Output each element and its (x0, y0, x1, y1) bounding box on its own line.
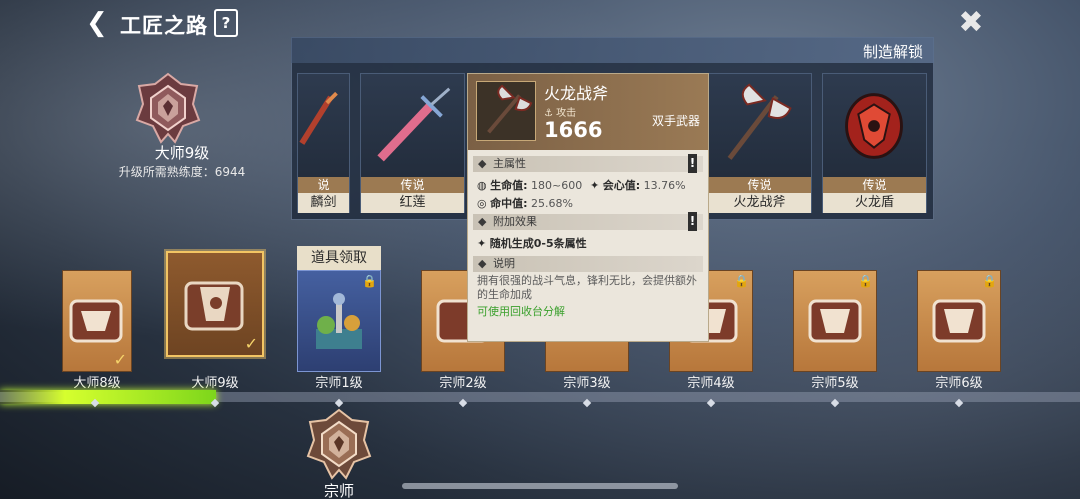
description-text: 拥有很强的战斗气息，锋利无比，会提供额外的生命加成 (477, 274, 697, 301)
extra-icon: ✦ (477, 237, 490, 250)
diamond-icon: ◆ (478, 257, 487, 270)
next-rank-emblem-icon (306, 408, 372, 480)
info-icon[interactable]: ! (688, 212, 697, 231)
extra-effect-title: 附加效果 (493, 215, 537, 228)
progress-fill (0, 390, 216, 404)
card-name: 火龙盾 (823, 193, 926, 213)
description-section: ◆ 说明 (473, 256, 703, 272)
rank-requirement: 升级所需熟练度：6944 (118, 165, 246, 179)
weapon-type: 双手武器 (651, 114, 700, 128)
tooltip-item-name: 火龙战斧 (544, 84, 609, 103)
hp-icon: ◍ (477, 179, 491, 192)
crit-label: 会心值: (602, 179, 641, 192)
reward-item-unlocked[interactable]: 🔒 (297, 270, 381, 372)
reward-chest-item[interactable]: 🔒 (917, 270, 1001, 372)
unlock-card[interactable]: 传说 火龙盾 (822, 73, 927, 213)
reward-chest-item[interactable]: 🔒 (793, 270, 877, 372)
unlock-panel-title: 制造解锁 (862, 43, 923, 61)
chest-icon (932, 299, 986, 343)
card-name: 红莲 (361, 193, 464, 213)
level-label: 宗师4级 (687, 376, 735, 391)
axe-icon (727, 83, 792, 160)
description-title: 说明 (493, 257, 515, 270)
claimed-check-icon: ✓ (244, 334, 258, 353)
card-rarity: 传说 (823, 177, 926, 193)
card-rarity: 说 (298, 177, 349, 193)
chest-icon (808, 299, 862, 343)
main-attr-title: 主属性 (493, 157, 526, 170)
hit-label: 命中值: (490, 197, 528, 210)
crit-value: 13.76% (643, 179, 686, 192)
level-label: 宗师6级 (935, 376, 983, 391)
sword-icon (377, 87, 451, 162)
card-rarity: 传说 (361, 177, 464, 193)
reward-chest-item[interactable]: ✓ (62, 270, 132, 372)
page-title: 工匠之路 (120, 14, 208, 38)
item-tooltip: 火龙战斧 ⚓ 攻击 1666 双手武器 ◆ 主属性 ! ◍ 生命值: 180~6… (467, 73, 709, 342)
unlock-card[interactable]: 说 麟剑 (297, 73, 350, 213)
crit-icon: ✦ (590, 179, 603, 192)
hp-row: ◍ 生命值: 180~600 (477, 177, 582, 193)
card-name: 麟剑 (298, 193, 349, 213)
hp-label: 生命值: (490, 179, 528, 192)
hit-row: ◎ 命中值: 25.68% (477, 195, 573, 211)
rank-emblem-icon (135, 72, 201, 144)
diamond-icon: ◆ (478, 215, 487, 228)
scrollbar[interactable] (402, 483, 678, 489)
diamond-icon: ◆ (478, 157, 487, 170)
extra-effect-row: ✦ 随机生成0-5条属性 (477, 235, 587, 251)
level-label: 大师9级 (191, 376, 239, 391)
hit-icon: ◎ (477, 197, 491, 210)
potion-bundle-icon (316, 293, 362, 349)
next-rank-name: 宗师 (323, 482, 354, 499)
crit-row: ✦ 会心值: 13.76% (590, 177, 686, 193)
chest-icon (69, 299, 123, 343)
recycle-hint: 可使用回收台分解 (477, 305, 565, 318)
sword-icon (299, 91, 338, 145)
close-icon[interactable]: ✖ (957, 8, 985, 38)
lock-icon: 🔒 (362, 274, 377, 288)
level-label: 宗师2级 (439, 376, 487, 391)
lock-icon: 🔒 (858, 274, 873, 288)
reward-chest-item-selected[interactable]: ✓ (166, 251, 264, 357)
main-attr-section: ◆ 主属性 ! (473, 154, 703, 173)
hp-value: 180~600 (531, 179, 583, 192)
axe-icon (476, 81, 536, 141)
info-icon[interactable]: ! (688, 154, 697, 173)
lock-icon: 🔒 (734, 274, 749, 288)
unlock-card[interactable]: 传说 火龙战斧 (707, 73, 812, 213)
extra-effect-text: 随机生成0-5条属性 (489, 237, 587, 250)
unlock-panel-header (291, 37, 934, 63)
unlock-card[interactable]: 传说 红莲 (360, 73, 465, 213)
level-label: 宗师5级 (811, 376, 859, 391)
lock-icon: 🔒 (982, 274, 997, 288)
back-icon[interactable]: ❮ (86, 10, 112, 36)
card-name: 火龙战斧 (708, 193, 811, 213)
level-label: 宗师1级 (315, 376, 363, 391)
level-label: 宗师3级 (563, 376, 611, 391)
attack-label: ⚓ 攻击 (544, 108, 577, 119)
attack-value: 1666 (544, 118, 603, 142)
level-label: 大师8级 (73, 376, 121, 391)
shield-icon (845, 93, 903, 159)
rank-name: 大师9级 (154, 144, 210, 162)
hit-value: 25.68% (531, 197, 573, 210)
reward-claim-tag[interactable]: 道具领取 (297, 246, 381, 270)
claimed-check-icon: ✓ (113, 350, 127, 369)
chest-icon (184, 281, 244, 331)
help-icon[interactable]: ? (214, 9, 238, 37)
card-rarity: 传说 (708, 177, 811, 193)
extra-effect-section: ◆ 附加效果 ! (473, 212, 703, 231)
